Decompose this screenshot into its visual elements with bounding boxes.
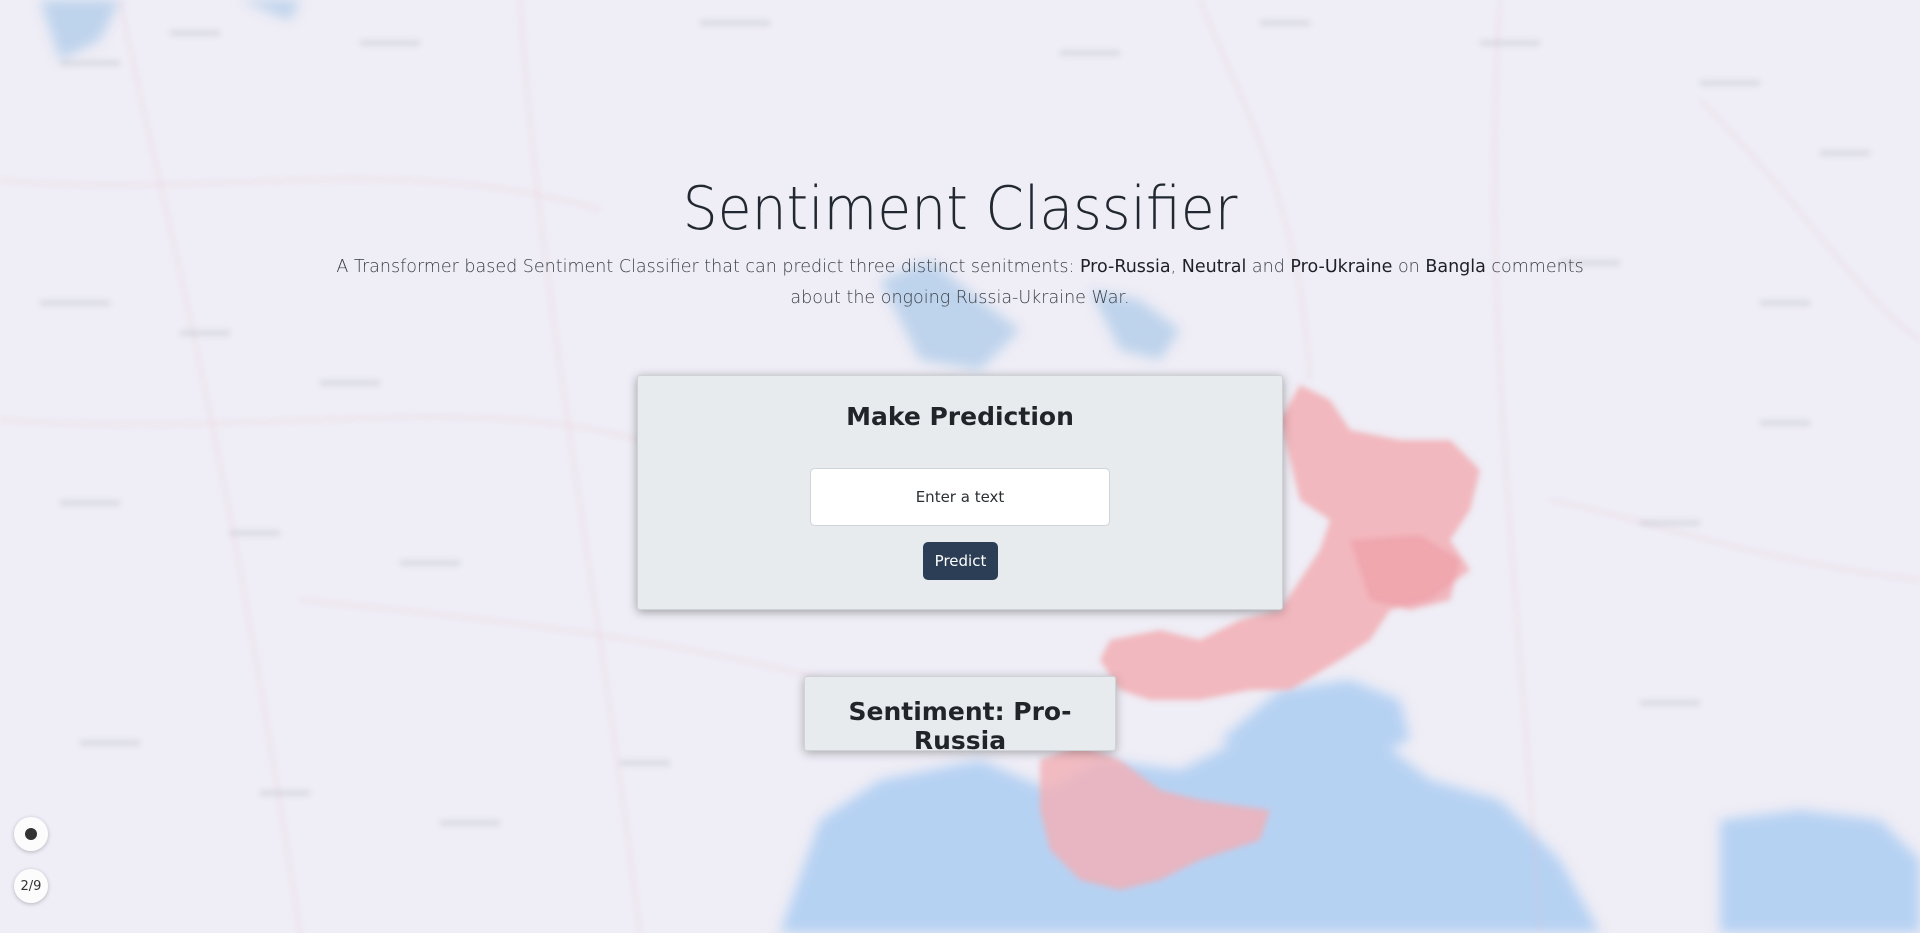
- text-input[interactable]: [810, 468, 1110, 526]
- subtitle-separator: and: [1246, 257, 1291, 277]
- card-title: Make Prediction: [846, 402, 1074, 431]
- subtitle-separator: ,: [1170, 257, 1182, 277]
- page-subtitle: A Transformer based Sentiment Classifier…: [310, 252, 1610, 314]
- prediction-card: Make Prediction Predict: [637, 375, 1283, 610]
- zoom-level-button[interactable]: 2/9: [14, 869, 48, 903]
- subtitle-text: A Transformer based Sentiment Classifier…: [336, 257, 1080, 277]
- label-pro-russia: Pro-Russia: [1079, 257, 1171, 277]
- sentiment-result: Sentiment: Pro-Russia: [848, 697, 1072, 755]
- result-box: Sentiment: Pro-Russia: [804, 676, 1116, 755]
- subtitle-separator: on: [1392, 257, 1426, 277]
- label-pro-ukraine: Pro-Ukraine: [1290, 257, 1393, 277]
- label-bangla: Bangla: [1425, 257, 1486, 277]
- locate-icon: [25, 828, 37, 840]
- predict-button[interactable]: Predict: [923, 542, 998, 580]
- label-neutral: Neutral: [1181, 257, 1247, 277]
- page-title: Sentiment Classifier: [682, 174, 1238, 244]
- locate-button[interactable]: [14, 817, 48, 851]
